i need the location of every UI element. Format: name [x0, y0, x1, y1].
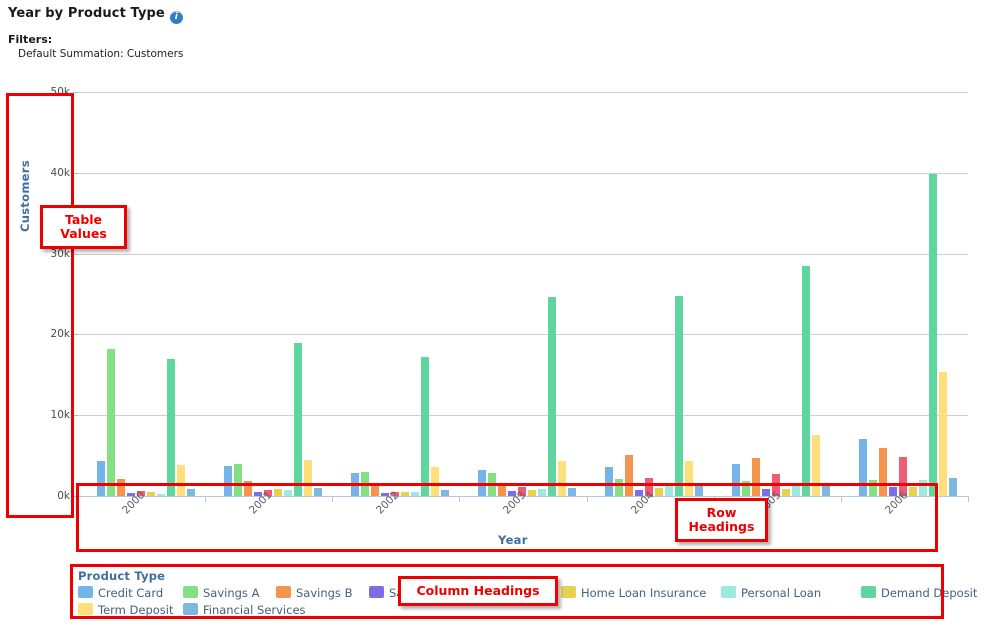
- bar[interactable]: [675, 296, 683, 496]
- filters-label: Filters:: [8, 33, 52, 46]
- info-icon[interactable]: i: [170, 11, 183, 24]
- y-gridline: [78, 415, 968, 416]
- bar[interactable]: [167, 359, 175, 496]
- row-headings-rect: [76, 483, 938, 552]
- page-title-text: Year by Product Type: [8, 6, 165, 21]
- bar[interactable]: [107, 349, 115, 496]
- y-gridline: [78, 92, 968, 93]
- annotation-line: Values: [60, 227, 107, 241]
- annotation-line: Row: [707, 506, 737, 520]
- bar[interactable]: [802, 266, 810, 496]
- page-title: Year by Product Type i: [8, 6, 183, 24]
- bar-chart-plot: 0k10k20k30k40k50k20002001200220032004200…: [78, 92, 968, 496]
- annotation-column-headings: Column Headings: [398, 576, 558, 606]
- annotation-line: Table: [65, 213, 102, 227]
- annotation-line: Column Headings: [416, 584, 539, 598]
- y-gridline: [78, 173, 968, 174]
- bar[interactable]: [929, 174, 937, 496]
- bar[interactable]: [294, 343, 302, 496]
- annotation-row-headings: RowHeadings: [675, 498, 768, 542]
- bar[interactable]: [548, 297, 556, 496]
- y-gridline: [78, 334, 968, 335]
- bar[interactable]: [949, 478, 957, 496]
- bar[interactable]: [421, 357, 429, 496]
- x-tick-mark: [968, 496, 969, 502]
- annotation-table-values: TableValues: [40, 205, 127, 249]
- filters-value: Default Summation: Customers: [18, 48, 183, 60]
- annotation-line: Headings: [689, 520, 755, 534]
- y-gridline: [78, 254, 968, 255]
- bar[interactable]: [939, 372, 947, 496]
- table-values-rect: [6, 93, 74, 518]
